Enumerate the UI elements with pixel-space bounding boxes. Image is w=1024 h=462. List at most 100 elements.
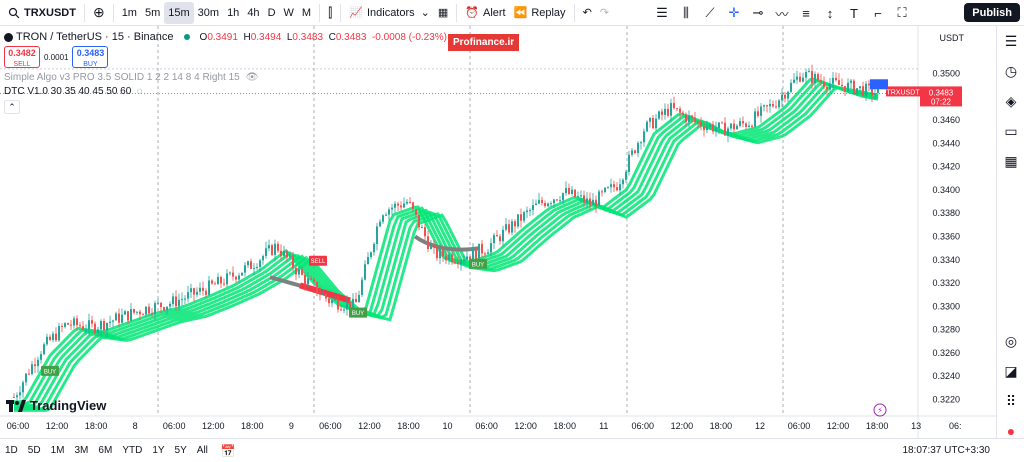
candles-icon: ⫿ (328, 4, 333, 20)
fullscreen-icon[interactable]: ⛶ (890, 5, 914, 21)
candle-body (769, 103, 771, 107)
high-label: H (243, 31, 251, 43)
timeframe-m[interactable]: M (298, 2, 315, 24)
candle-body (784, 94, 786, 99)
brush-icon[interactable]: ⌐ (866, 6, 890, 21)
redo-button[interactable]: ↷ (596, 2, 613, 24)
range-6m[interactable]: 6M (93, 445, 117, 456)
candle-body (325, 293, 327, 299)
candle-body (856, 88, 858, 94)
symbol-search[interactable]: TRXUSDT (4, 2, 80, 24)
candle-body (493, 235, 495, 244)
collapse-legend-button[interactable]: ⌃ (4, 100, 20, 114)
candle-body (133, 309, 135, 313)
eye-icon[interactable]: 👁 (246, 72, 259, 83)
divider (83, 3, 85, 22)
candle-body (409, 201, 411, 203)
buy-button[interactable]: 0.3483 BUY (72, 46, 109, 68)
alert-button[interactable]: ⏰ Alert (461, 2, 509, 24)
price-tick: 0.3220 (932, 394, 960, 404)
candle-body (841, 84, 843, 87)
chart-legend: TRON / TetherUS · 15 · Binance O0.3491 H… (4, 30, 447, 114)
range-1m[interactable]: 1M (46, 445, 70, 456)
range-3m[interactable]: 3M (70, 445, 94, 456)
templates-button[interactable]: ▦ (434, 2, 452, 24)
layers-button[interactable]: ◈ (997, 86, 1024, 116)
trendline-icon[interactable]: ⟋ (698, 5, 722, 21)
price-tick: 0.3240 (932, 371, 960, 381)
ray-icon[interactable]: ⊸ (746, 5, 770, 21)
candle-body (91, 320, 93, 324)
candle-body (64, 323, 66, 327)
chart-type-button[interactable]: ⫿ (324, 2, 336, 24)
candle-body (394, 203, 396, 208)
candle-body (211, 280, 213, 284)
timeframe-30m[interactable]: 30m (194, 2, 223, 24)
price-range-icon[interactable]: ↕ (818, 6, 842, 21)
candle-body (835, 77, 837, 81)
ideas-button[interactable]: ◪ (997, 356, 1024, 386)
text-icon[interactable]: T (842, 6, 866, 21)
candle-body (793, 79, 795, 83)
time-tick: 12 (755, 421, 765, 431)
target-button[interactable]: ◎ (997, 326, 1024, 356)
range-all[interactable]: All (192, 445, 213, 456)
sell-button[interactable]: 0.3482 SELL (4, 46, 40, 68)
timeframe-d[interactable]: D (264, 2, 280, 24)
horizontal-lines-icon[interactable]: ☰ (650, 5, 674, 21)
add-symbol-button[interactable]: ⊕ (89, 2, 109, 24)
timeframe-15m[interactable]: 15m (164, 1, 194, 24)
range-5d[interactable]: 5D (23, 445, 46, 456)
range-1y[interactable]: 1Y (147, 445, 169, 456)
candle-body (340, 309, 342, 311)
candle-body (382, 215, 384, 222)
undo-button[interactable]: ↶ (579, 2, 596, 24)
candle-body (430, 245, 432, 249)
candle-body (604, 187, 606, 192)
range-1d[interactable]: 1D (0, 445, 23, 456)
candle-body (478, 243, 480, 259)
candle-body (454, 262, 456, 264)
candle-body (700, 122, 702, 127)
range-5y[interactable]: 5Y (170, 445, 192, 456)
indicator-legend-1[interactable]: Simple Algo v3 PRO 3.5 SOLID 1 2 2 14 8 … (4, 70, 447, 84)
alerts-button[interactable]: ◷ (997, 56, 1024, 86)
timeframe-1m[interactable]: 1m (118, 2, 141, 24)
timeframe-5m[interactable]: 5m (141, 2, 164, 24)
indicator-legend-2[interactable]: DTC V1.0 30 35 40 45 50 60 ◌ (4, 84, 447, 98)
candle-body (526, 210, 528, 213)
crosshair-icon[interactable]: ✛ (722, 5, 746, 21)
range-ytd[interactable]: YTD (117, 445, 147, 456)
candle-body (802, 77, 804, 82)
candle-body (607, 187, 609, 189)
candle-body (676, 108, 678, 110)
timeframe-w[interactable]: W (280, 2, 298, 24)
candle-body (280, 250, 282, 257)
replay-button[interactable]: ⏪ Replay (510, 2, 570, 24)
fib-icon[interactable]: ≡ (794, 6, 818, 21)
indicators-button[interactable]: 📈 Indicators ⌄ (345, 2, 434, 24)
timeframe-1h[interactable]: 1h (223, 2, 243, 24)
candle-body (589, 198, 591, 205)
candle-body (136, 311, 138, 313)
candle-body (598, 191, 600, 207)
calendar-button[interactable]: ▦ (997, 146, 1024, 176)
candle-body (799, 76, 801, 82)
calendar-icon[interactable]: 📅 (221, 444, 236, 458)
path-icon[interactable]: 〰 (770, 4, 794, 23)
candle-body (16, 395, 18, 398)
bars-icon[interactable]: ⫼ (674, 5, 698, 21)
watchlist-button[interactable]: ☰ (997, 26, 1024, 56)
more-button[interactable]: ⠿ (997, 386, 1024, 416)
publish-label: Publish (972, 6, 1012, 19)
candle-body (445, 256, 447, 261)
candle-body (103, 320, 105, 331)
candle-body (766, 105, 768, 107)
tradingview-logo: TradingView (6, 398, 106, 413)
candle-body (223, 283, 225, 285)
timeframe-4h[interactable]: 4h (243, 2, 263, 24)
candle-body (541, 199, 543, 203)
trade-buttons-row: 0.3482 SELL 0.0001 0.3483 BUY (4, 44, 447, 70)
chat-button[interactable]: ▭ (997, 116, 1024, 146)
publish-button[interactable]: Publish (964, 3, 1020, 22)
